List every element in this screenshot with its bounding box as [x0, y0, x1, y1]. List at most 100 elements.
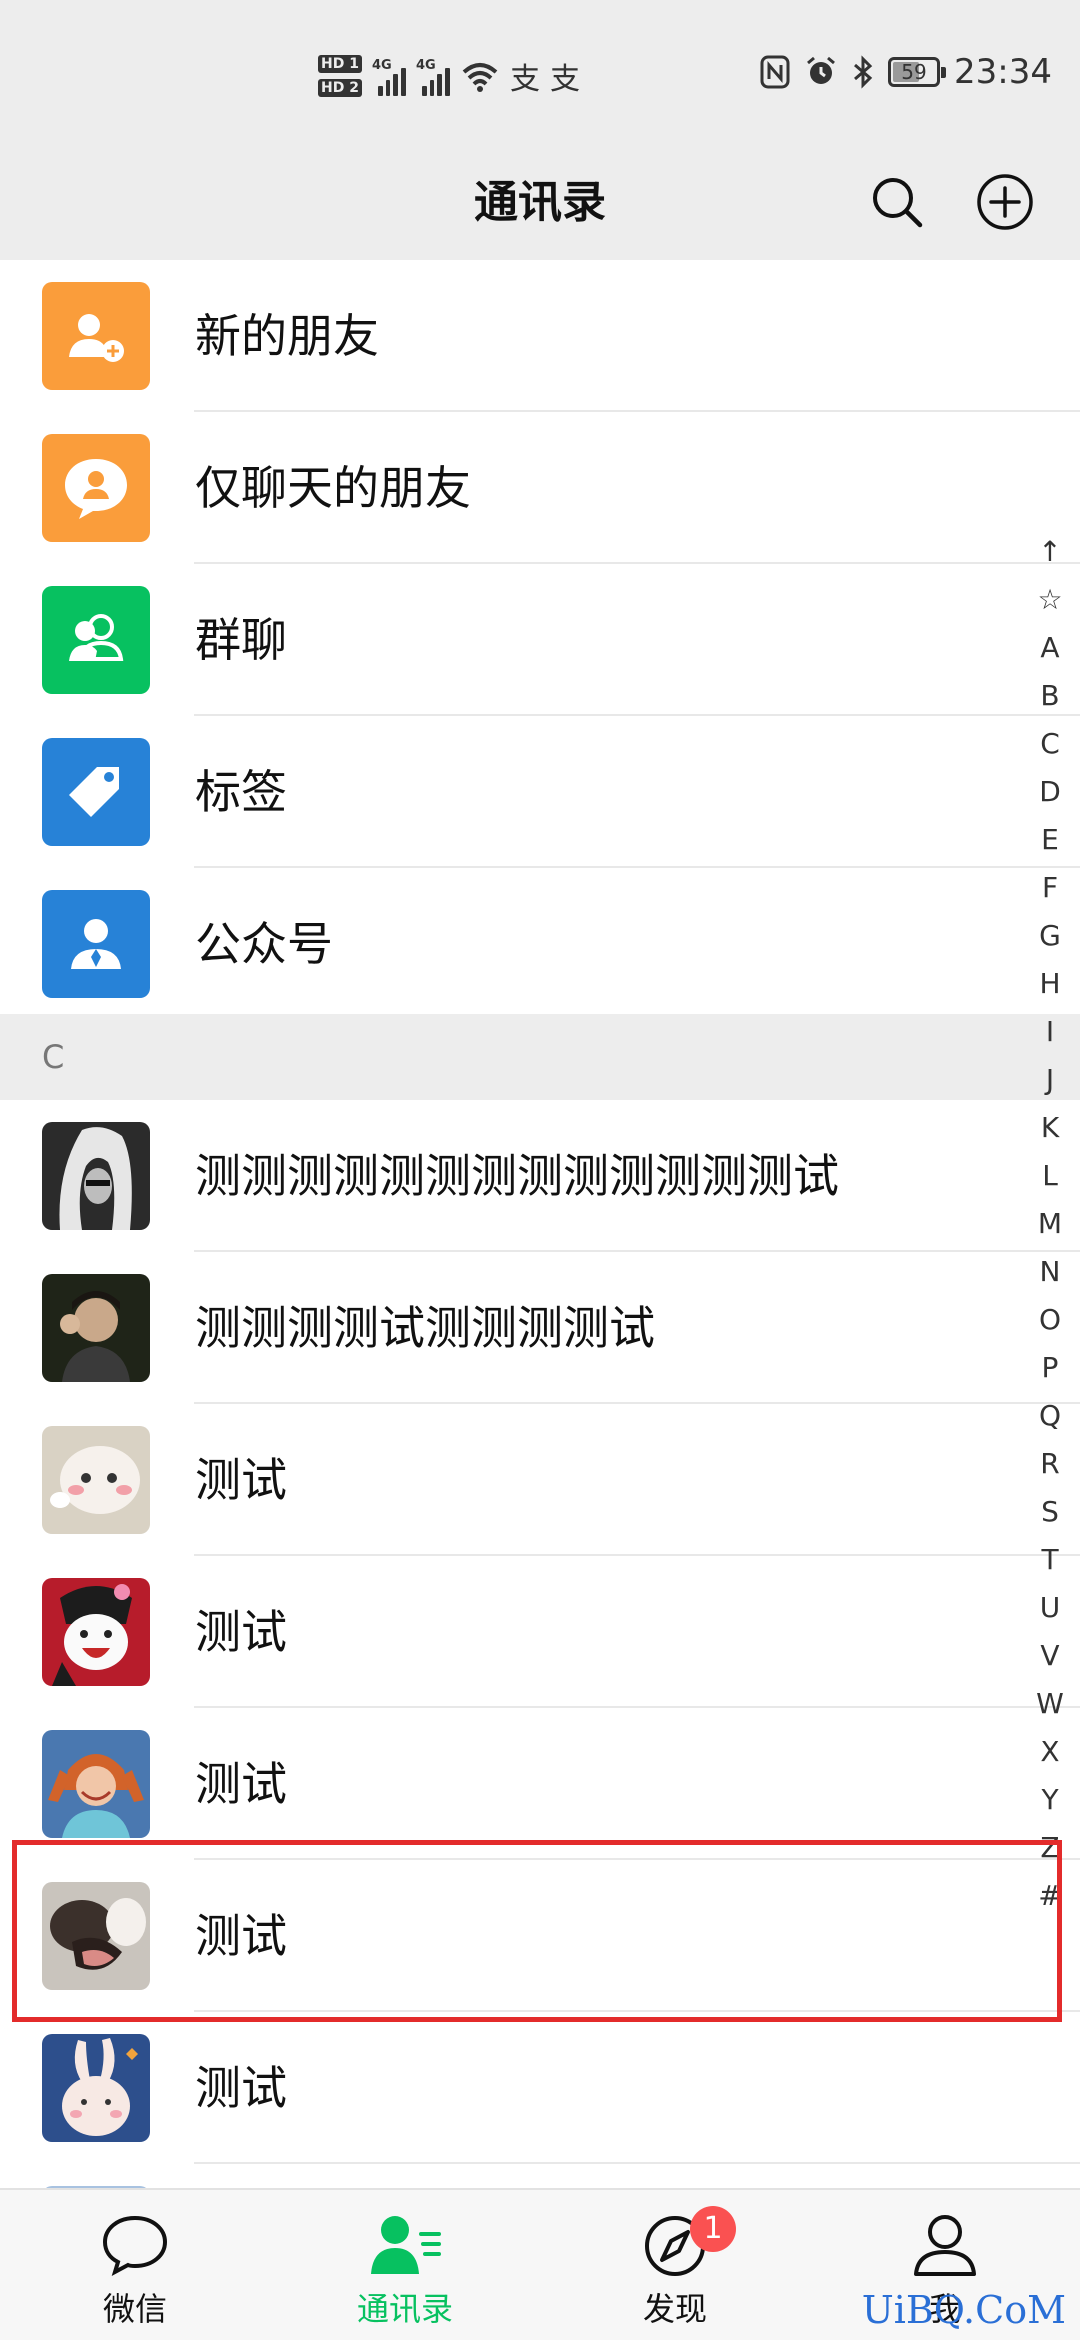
contact-name: 测测测测测测测测测测测测测试	[195, 1149, 839, 1203]
tab-contacts-label: 通讯录	[356, 2290, 453, 2328]
watermark: UiBQ.CoM	[861, 2288, 1066, 2332]
index-letter[interactable]: M	[1038, 1200, 1062, 1248]
alipay-notification-icon: 支	[509, 62, 540, 97]
contact-row[interactable]: 测试	[0, 2012, 1080, 2164]
bluetooth-icon	[854, 55, 873, 89]
alphabet-index-bar[interactable]: ↑ ☆ A B C D E F G H I J K L M N O P Q R S T U V W X Y Z #	[1030, 528, 1070, 1920]
index-letter[interactable]: P	[1042, 1344, 1059, 1392]
contact-row[interactable]: 测测测测测测测测测测测测测试	[0, 1100, 1080, 1252]
hd1-label: HD 1	[318, 55, 362, 73]
contacts-icon	[371, 2216, 441, 2274]
search-button[interactable]	[862, 167, 932, 237]
section-letter: C	[42, 1038, 65, 1076]
contact-name: 测试	[195, 1605, 287, 1659]
alipay-notification-icon-2: 支	[549, 62, 580, 97]
chat-only-friends-item[interactable]: 仅聊天的朋友	[0, 412, 1080, 564]
signal-2-icon: 4G	[416, 56, 450, 96]
chat-only-friend-icon	[42, 434, 150, 542]
add-button[interactable]	[970, 167, 1040, 237]
tags-item[interactable]: 标签	[0, 716, 1080, 868]
official-accounts-item[interactable]: 公众号	[0, 868, 1080, 1020]
index-letter[interactable]: I	[1046, 1008, 1054, 1056]
index-letter[interactable]: D	[1039, 768, 1061, 816]
new-friends-label: 新的朋友	[195, 309, 379, 363]
contact-avatar	[42, 1578, 150, 1686]
official-accounts-label: 公众号	[195, 917, 333, 971]
index-letter[interactable]: S	[1041, 1488, 1059, 1536]
contact-avatar	[42, 1730, 150, 1838]
battery-icon: 59	[888, 57, 947, 87]
index-letter[interactable]: W	[1036, 1680, 1064, 1728]
tab-chats-label: 微信	[102, 2290, 167, 2328]
tag-icon	[42, 738, 150, 846]
search-icon	[873, 178, 923, 228]
plus-circle-icon	[977, 174, 1033, 230]
status-time: 23:34	[954, 52, 1052, 92]
contact-name: 测试	[195, 1453, 287, 1507]
contact-row-partial[interactable]	[0, 2164, 1080, 2188]
network-type-1: 4G	[371, 58, 392, 73]
discover-badge: 1	[690, 2206, 736, 2252]
index-letter[interactable]: H	[1039, 960, 1060, 1008]
wifi-icon	[462, 63, 498, 92]
contact-name: 测试	[195, 2061, 287, 2115]
index-letter[interactable]: N	[1040, 1248, 1061, 1296]
index-letter[interactable]: Q	[1039, 1392, 1061, 1440]
index-letter[interactable]: X	[1040, 1728, 1059, 1776]
group-chat-icon	[42, 586, 150, 694]
chat-only-friends-label: 仅聊天的朋友	[195, 461, 471, 515]
index-letter[interactable]: O	[1039, 1296, 1061, 1344]
index-letter[interactable]: E	[1041, 816, 1059, 864]
index-letter[interactable]: K	[1041, 1104, 1059, 1152]
contact-name: 测测测测试测测测测试	[195, 1301, 655, 1355]
index-letter[interactable]: Z	[1040, 1824, 1059, 1872]
index-letter[interactable]: J	[1046, 1056, 1054, 1104]
index-letter[interactable]: Y	[1041, 1776, 1058, 1824]
contact-avatar	[42, 2034, 150, 2142]
alarm-icon	[807, 56, 835, 84]
index-letter[interactable]: ↑	[1038, 528, 1061, 576]
index-letter[interactable]: B	[1040, 672, 1059, 720]
tab-discover-label: 发现	[642, 2290, 707, 2328]
contact-name: 测试	[195, 1757, 287, 1811]
index-letter[interactable]: V	[1040, 1632, 1059, 1680]
tab-discover[interactable]: 发现 1	[540, 2190, 810, 2340]
contact-row[interactable]: 测试	[0, 1708, 1080, 1860]
contact-avatar	[42, 1426, 150, 1534]
title-bar: 通讯录	[0, 145, 1080, 260]
contact-name: 测试	[195, 1909, 287, 1963]
index-letter[interactable]: U	[1040, 1584, 1061, 1632]
official-account-icon	[42, 890, 150, 998]
new-friends-item[interactable]: 新的朋友	[0, 260, 1080, 412]
index-letter[interactable]: ☆	[1037, 576, 1062, 624]
index-letter[interactable]: L	[1042, 1152, 1058, 1200]
tags-label: 标签	[195, 765, 287, 819]
person-icon	[914, 2215, 976, 2276]
index-letter[interactable]: G	[1039, 912, 1061, 960]
index-letter[interactable]: F	[1042, 864, 1058, 912]
index-letter[interactable]: C	[1040, 720, 1060, 768]
tab-chats[interactable]: 微信	[0, 2190, 270, 2340]
nfc-icon	[760, 55, 790, 89]
contact-row[interactable]: 测试	[0, 1556, 1080, 1708]
bottom-nav: 微信 通讯录 发现 1 我 UiBQ.CoM	[0, 2188, 1080, 2340]
group-chats-label: 群聊	[195, 613, 287, 667]
status-bar: HD 1 HD 2 4G 4G 支 支 59 23:34	[0, 0, 1080, 145]
index-letter[interactable]: A	[1040, 624, 1059, 672]
add-user-icon	[42, 282, 150, 390]
contact-row[interactable]: 测测测测试测测测测试	[0, 1252, 1080, 1404]
contact-avatar	[42, 1122, 150, 1230]
section-header: C	[0, 1014, 1080, 1100]
index-letter[interactable]: R	[1040, 1440, 1059, 1488]
index-letter[interactable]: #	[1038, 1872, 1061, 1920]
contact-avatar	[42, 1882, 150, 1990]
group-chats-item[interactable]: 群聊	[0, 564, 1080, 716]
signal-1-icon: 4G	[372, 56, 406, 96]
battery-level: 59	[901, 60, 927, 84]
contact-row[interactable]: 测试	[0, 1404, 1080, 1556]
chat-bubble-icon	[102, 2215, 168, 2277]
hd-indicator: HD 1 HD 2	[318, 55, 362, 97]
contact-row-highlighted[interactable]: 测试	[0, 1860, 1080, 2012]
tab-contacts[interactable]: 通讯录	[270, 2190, 540, 2340]
index-letter[interactable]: T	[1041, 1536, 1058, 1584]
